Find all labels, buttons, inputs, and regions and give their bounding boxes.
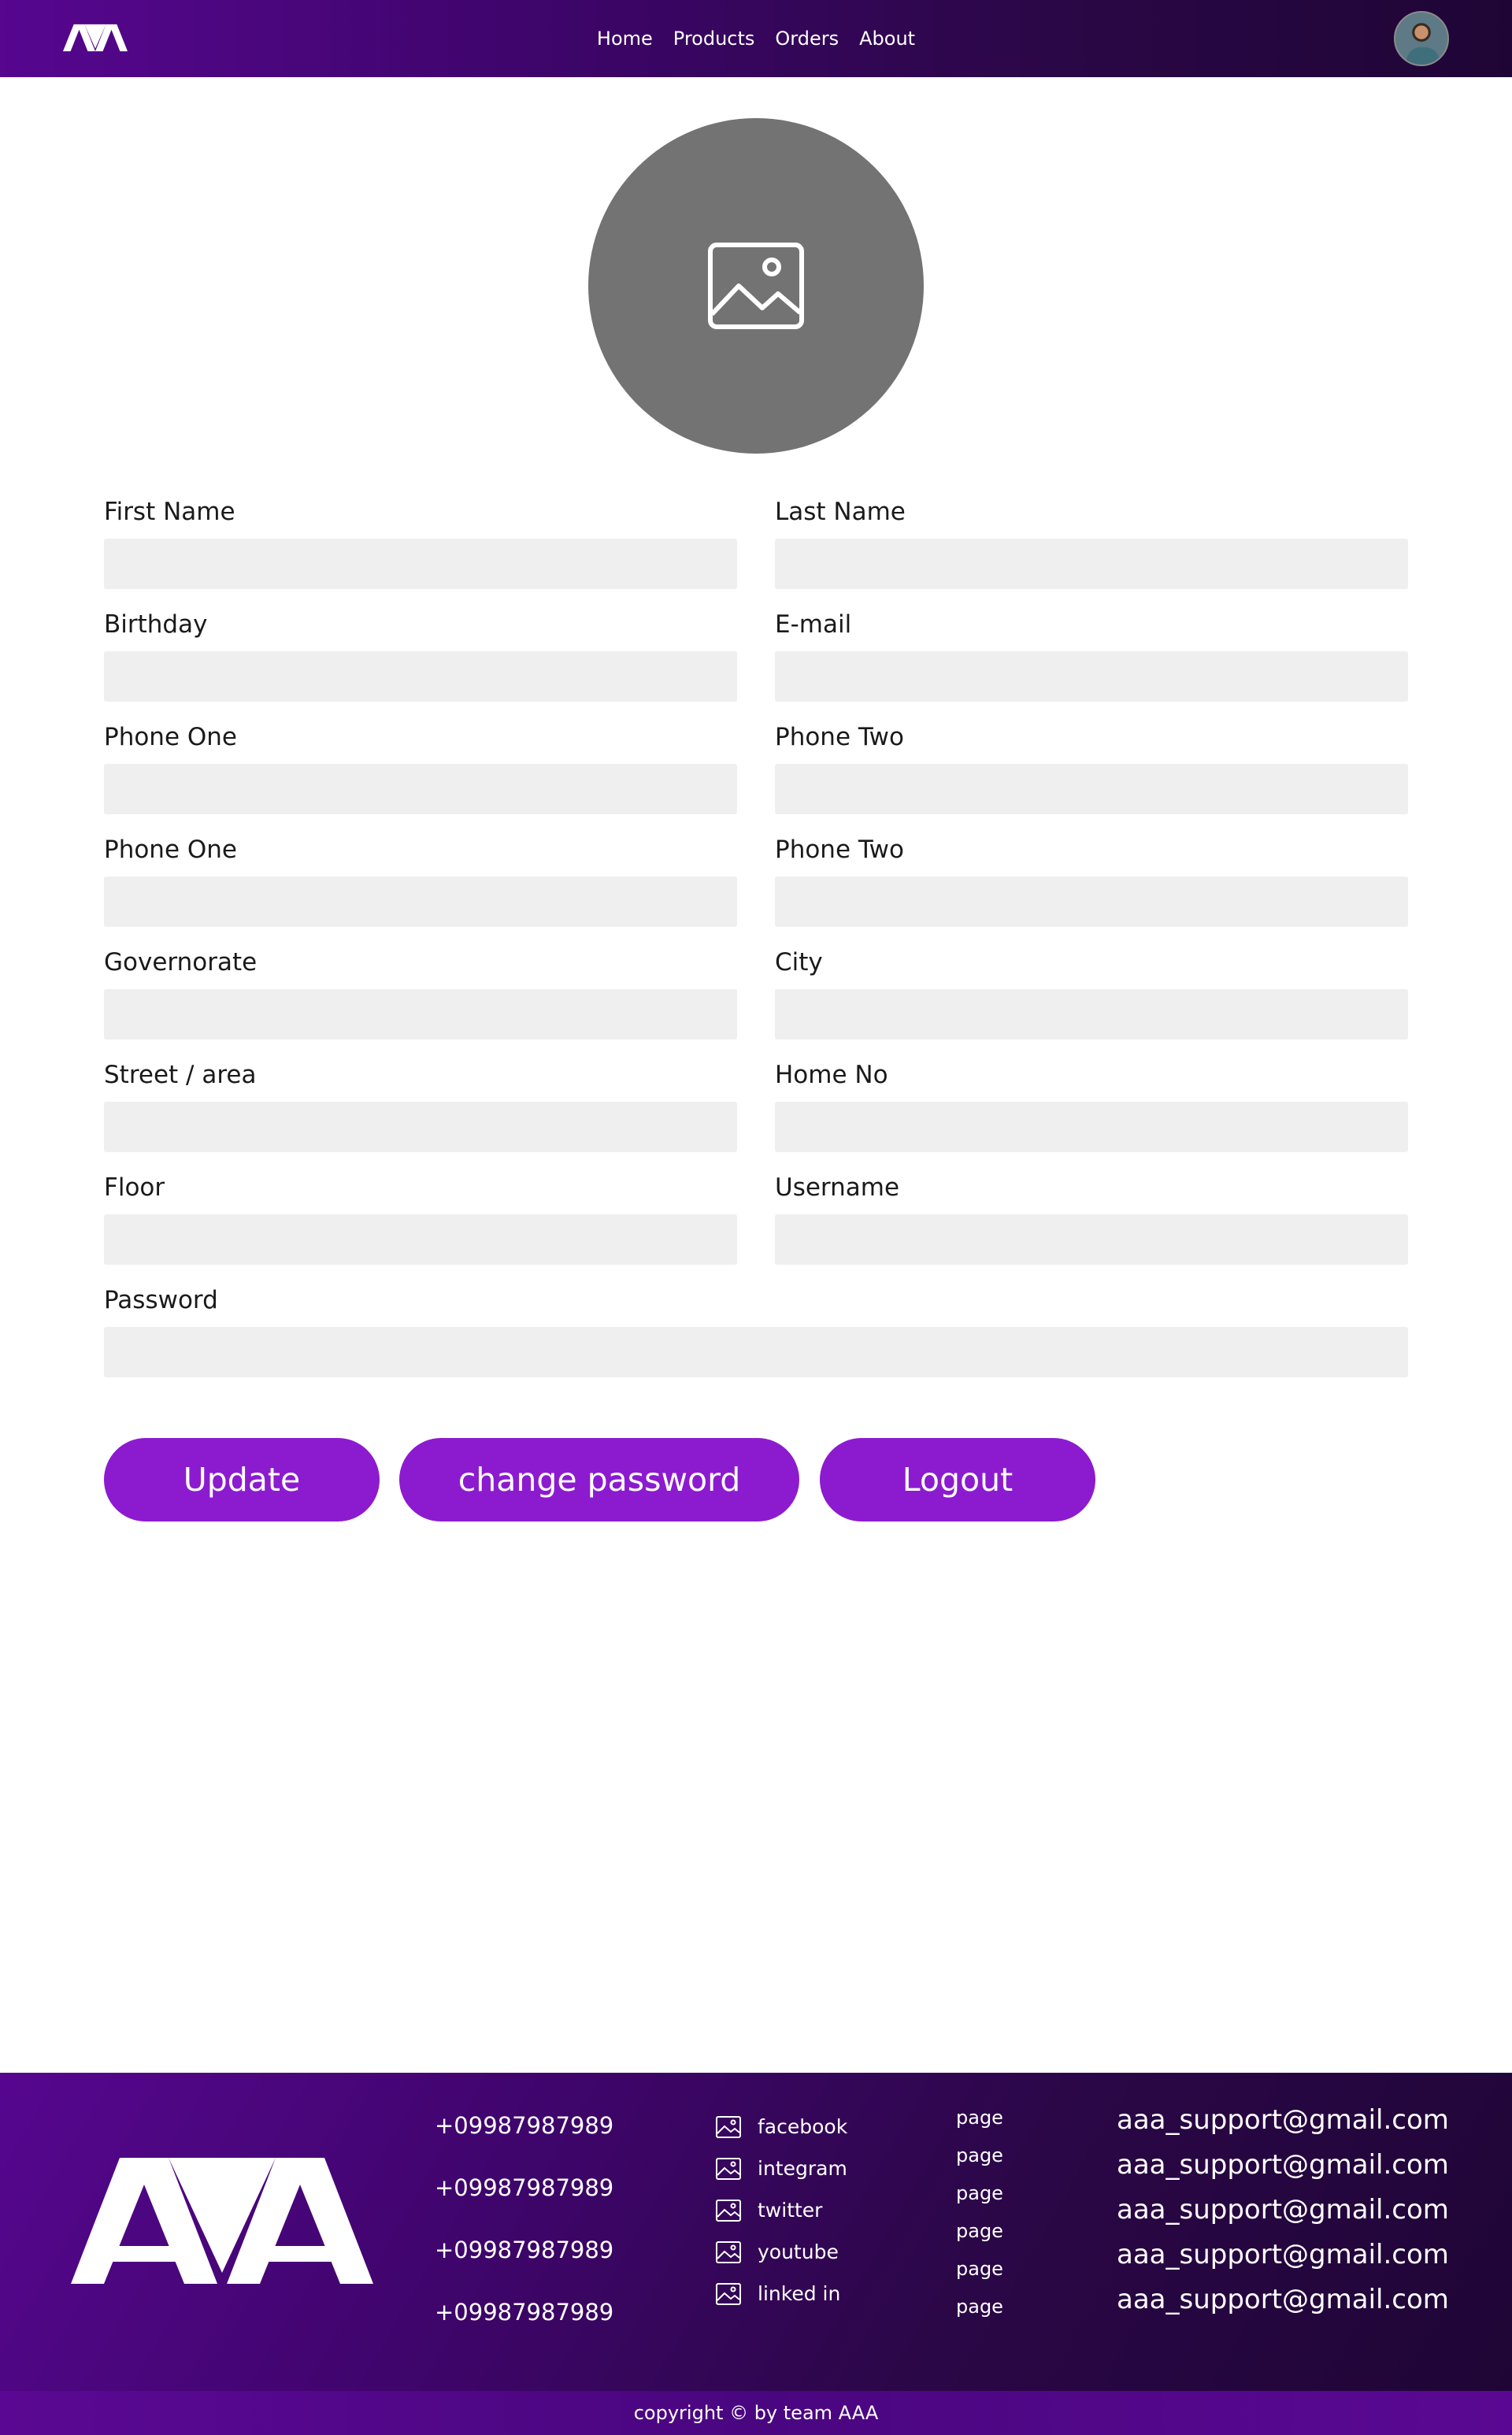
footer-page-link[interactable]: page bbox=[956, 2104, 1003, 2142]
social-label: integram bbox=[758, 2157, 847, 2180]
social-label: twitter bbox=[758, 2199, 823, 2222]
footer-page-link[interactable]: page bbox=[956, 2142, 1003, 2180]
social-link-linkedin[interactable]: linked in bbox=[715, 2273, 847, 2315]
footer-socials: facebook integram twitter youtube linked… bbox=[715, 2106, 847, 2315]
update-button[interactable]: Update bbox=[104, 1438, 380, 1521]
copyright-text: copyright © by team AAA bbox=[633, 2402, 879, 2424]
first-name-label: First Name bbox=[104, 498, 235, 526]
footer-phone: +09987987989 bbox=[435, 2237, 614, 2263]
last-name-group: Last Name bbox=[775, 496, 1408, 589]
footer: +09987987989 +09987987989 +09987987989 +… bbox=[0, 2073, 1512, 2391]
profile-image[interactable] bbox=[588, 118, 924, 454]
username-label: Username bbox=[775, 1173, 900, 1202]
footer-emails: aaa_support@gmail.com aaa_support@gmail.… bbox=[1117, 2103, 1449, 2327]
phone-two-second-label: Phone Two bbox=[775, 836, 905, 864]
password-group: Password bbox=[104, 1284, 1408, 1377]
footer-phone: +09987987989 bbox=[435, 2174, 614, 2201]
social-link-youtube[interactable]: youtube bbox=[715, 2231, 847, 2273]
image-placeholder-icon bbox=[708, 243, 804, 329]
floor-label: Floor bbox=[104, 1173, 165, 1202]
last-name-input[interactable] bbox=[775, 539, 1408, 589]
home-no-label: Home No bbox=[775, 1061, 888, 1089]
email-input[interactable] bbox=[775, 651, 1408, 702]
copyright-bar: copyright © by team AAA bbox=[0, 2391, 1512, 2435]
image-icon bbox=[716, 2199, 741, 2222]
city-group: City bbox=[775, 947, 1408, 1040]
floor-input[interactable] bbox=[104, 1214, 737, 1265]
governorate-label: Governorate bbox=[104, 948, 258, 977]
nav-link-products[interactable]: Products bbox=[673, 28, 755, 50]
last-name-label: Last Name bbox=[775, 498, 906, 526]
footer-page-link[interactable]: page bbox=[956, 2293, 1003, 2331]
social-label: youtube bbox=[758, 2240, 839, 2263]
social-link-integram[interactable]: integram bbox=[715, 2148, 847, 2189]
first-name-group: First Name bbox=[104, 496, 737, 589]
footer-page-link[interactable]: page bbox=[956, 2180, 1003, 2218]
governorate-input[interactable] bbox=[104, 989, 737, 1040]
password-label: Password bbox=[104, 1286, 218, 1314]
nav-links: Home Products Orders About bbox=[0, 0, 1512, 77]
phone-one-label: Phone One bbox=[104, 723, 238, 751]
phone-two-second-group: Phone Two bbox=[775, 834, 1408, 927]
phone-one-second-group: Phone One bbox=[104, 834, 737, 927]
top-navbar: Home Products Orders About bbox=[0, 0, 1512, 77]
social-link-facebook[interactable]: facebook bbox=[715, 2106, 847, 2148]
nav-link-home[interactable]: Home bbox=[597, 28, 653, 50]
footer-email-link[interactable]: aaa_support@gmail.com bbox=[1117, 2103, 1449, 2148]
phone-two-group: Phone Two bbox=[775, 721, 1408, 814]
social-link-twitter[interactable]: twitter bbox=[715, 2189, 847, 2231]
street-area-group: Street / area bbox=[104, 1059, 737, 1152]
footer-email-link[interactable]: aaa_support@gmail.com bbox=[1117, 2148, 1449, 2192]
email-label: E-mail bbox=[775, 610, 852, 639]
city-input[interactable] bbox=[775, 989, 1408, 1040]
footer-pages: page page page page page page bbox=[956, 2104, 1003, 2331]
phone-one-second-input[interactable] bbox=[104, 877, 737, 927]
image-icon bbox=[716, 2282, 741, 2305]
social-label: facebook bbox=[758, 2115, 848, 2138]
birthday-group: Birthday bbox=[104, 609, 737, 702]
nav-link-about[interactable]: About bbox=[859, 28, 915, 50]
street-area-input[interactable] bbox=[104, 1102, 737, 1152]
social-label: linked in bbox=[758, 2282, 841, 2305]
footer-phone: +09987987989 bbox=[435, 2112, 614, 2139]
image-icon bbox=[716, 2157, 741, 2180]
floor-group: Floor bbox=[104, 1172, 737, 1265]
footer-page-link[interactable]: page bbox=[956, 2255, 1003, 2293]
aaa-logo-icon[interactable] bbox=[71, 2158, 373, 2284]
phone-two-second-input[interactable] bbox=[775, 877, 1408, 927]
phone-one-input[interactable] bbox=[104, 764, 737, 814]
phone-two-input[interactable] bbox=[775, 764, 1408, 814]
city-label: City bbox=[775, 948, 823, 977]
home-no-input[interactable] bbox=[775, 1102, 1408, 1152]
street-area-label: Street / area bbox=[104, 1061, 257, 1089]
password-input[interactable] bbox=[104, 1327, 1408, 1377]
first-name-input[interactable] bbox=[104, 539, 737, 589]
logout-button[interactable]: Logout bbox=[820, 1438, 1095, 1521]
footer-phone: +09987987989 bbox=[435, 2299, 614, 2326]
birthday-label: Birthday bbox=[104, 610, 208, 639]
footer-phones: +09987987989 +09987987989 +09987987989 +… bbox=[435, 2111, 613, 2359]
birthday-input[interactable] bbox=[104, 651, 737, 702]
governorate-group: Governorate bbox=[104, 947, 737, 1040]
username-group: Username bbox=[775, 1172, 1408, 1265]
change-password-button[interactable]: change password bbox=[399, 1438, 799, 1521]
phone-one-group: Phone One bbox=[104, 721, 737, 814]
user-avatar[interactable] bbox=[1394, 11, 1449, 66]
phone-two-label: Phone Two bbox=[775, 723, 905, 751]
email-group: E-mail bbox=[775, 609, 1408, 702]
image-icon bbox=[716, 2115, 741, 2138]
home-no-group: Home No bbox=[775, 1059, 1408, 1152]
footer-page-link[interactable]: page bbox=[956, 2218, 1003, 2255]
footer-email-link[interactable]: aaa_support@gmail.com bbox=[1117, 2192, 1449, 2237]
nav-link-orders[interactable]: Orders bbox=[775, 28, 839, 50]
footer-email-link[interactable]: aaa_support@gmail.com bbox=[1117, 2282, 1449, 2327]
username-input[interactable] bbox=[775, 1214, 1408, 1265]
phone-one-second-label: Phone One bbox=[104, 836, 238, 864]
footer-email-link[interactable]: aaa_support@gmail.com bbox=[1117, 2237, 1449, 2282]
image-icon bbox=[716, 2240, 741, 2263]
